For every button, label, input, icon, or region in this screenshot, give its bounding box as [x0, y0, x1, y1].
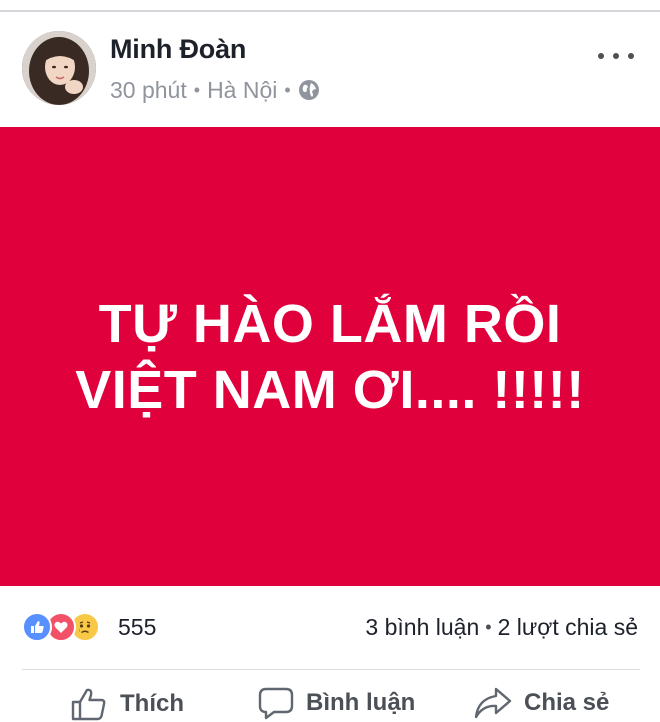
- post-image[interactable]: TỰ HÀO LẮM RỒI VIỆT NAM ƠI.... !!!!!: [0, 127, 660, 586]
- more-dot-icon: [628, 53, 634, 59]
- comment-bubble-icon: [258, 687, 294, 720]
- more-dot-icon: [598, 53, 604, 59]
- like-button-label: Thích: [120, 690, 184, 717]
- reaction-count[interactable]: 555: [118, 614, 156, 641]
- avatar-photo: [22, 31, 96, 105]
- globe-icon: [298, 80, 319, 100]
- top-divider: [0, 0, 660, 12]
- more-dot-icon: [613, 53, 619, 59]
- share-button[interactable]: Chia sẻ: [474, 686, 609, 720]
- like-button[interactable]: Thích: [70, 686, 184, 722]
- thumbs-up-icon: [71, 688, 106, 721]
- image-text-line-2: VIỆT NAM ƠI.... !!!!!: [75, 359, 585, 420]
- reactions-bar: 555 3 bình luận • 2 lượt chia sẻ: [0, 600, 660, 656]
- image-text-line-1: TỰ HÀO LẮM RỒI: [98, 293, 562, 354]
- comment-button-label: Bình luận: [306, 689, 416, 716]
- like-reaction-icon: [22, 612, 52, 642]
- engagement-separator: •: [485, 617, 492, 637]
- comments-count[interactable]: 3 bình luận: [365, 614, 479, 641]
- avatar[interactable]: [22, 31, 96, 105]
- meta-separator: •: [193, 79, 201, 100]
- post-time[interactable]: 30 phút: [110, 77, 187, 104]
- post-meta: 30 phút • Hà Nội •: [110, 76, 320, 104]
- share-arrow-icon: [474, 687, 512, 719]
- comment-button[interactable]: Bình luận: [258, 686, 415, 720]
- engagement-summary: 3 bình luận • 2 lượt chia sẻ: [365, 614, 638, 641]
- share-button-label: Chia sẻ: [524, 689, 610, 716]
- shares-count[interactable]: 2 lượt chia sẻ: [498, 614, 638, 641]
- reaction-icons[interactable]: [22, 612, 100, 642]
- more-options-button[interactable]: [598, 46, 634, 66]
- meta-separator: •: [284, 79, 291, 100]
- action-bar: Thích Bình luận Chia sẻ: [0, 670, 660, 722]
- post-location[interactable]: Hà Nội: [207, 77, 277, 104]
- author-name[interactable]: Minh Đoàn: [110, 34, 246, 65]
- post-header: Minh Đoàn 30 phút • Hà Nội •: [0, 12, 660, 127]
